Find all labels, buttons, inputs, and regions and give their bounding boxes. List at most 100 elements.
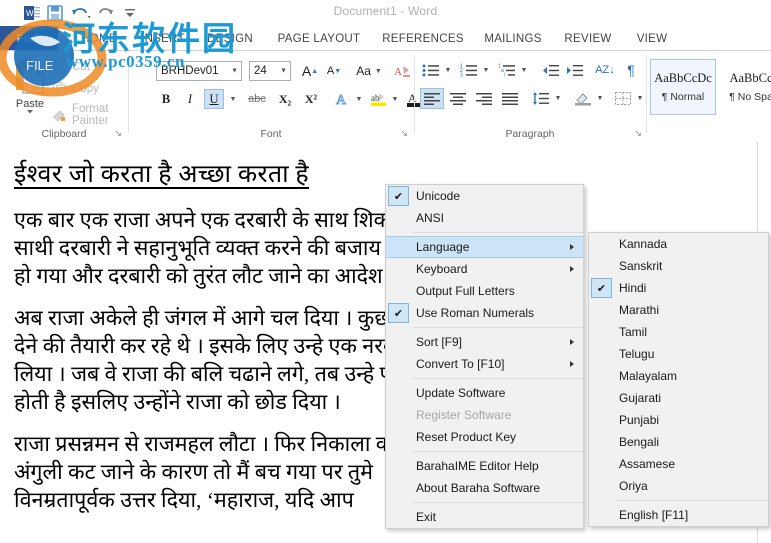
align-left-button[interactable] (420, 88, 444, 109)
checkmark-icon: ✔ (591, 278, 612, 298)
align-right-button[interactable] (472, 88, 496, 109)
menu-item-label: Tamil (619, 325, 647, 339)
grow-font-button[interactable]: A▲ (300, 61, 320, 81)
shading-dropdown[interactable]: ▼ (594, 88, 606, 109)
highlight-button[interactable]: ab (368, 89, 390, 109)
tab-home[interactable]: HOME (64, 26, 134, 51)
align-center-button[interactable] (446, 88, 470, 109)
menu-item-convert-to-f10[interactable]: Convert To [F10] (386, 353, 583, 375)
shrink-font-button[interactable]: A▼ (324, 61, 344, 81)
paste-button[interactable]: Paste (6, 57, 54, 125)
underline-dropdown[interactable]: ▼ (226, 89, 240, 109)
superscript-button[interactable]: X² (300, 89, 322, 109)
line-spacing-dropdown[interactable]: ▼ (552, 88, 564, 109)
clipboard-dialog-launcher[interactable]: ↘ (114, 128, 122, 139)
menu-item-update-software[interactable]: Update Software (386, 382, 583, 404)
text-effects-button[interactable]: A (332, 89, 354, 109)
language-submenu[interactable]: Kannada Sanskrit ✔ Hindi Marathi Tamil TeluguM… (588, 232, 769, 527)
underline-button[interactable]: U (204, 89, 224, 109)
multilevel-dropdown[interactable]: ▼ (518, 60, 530, 80)
menu-item-keyboard[interactable]: Keyboard (386, 258, 583, 280)
tab-view[interactable]: VIEW (620, 26, 684, 51)
menu-item-tamil[interactable]: Tamil (589, 321, 768, 343)
menu-item-label: Sanskrit (619, 259, 662, 273)
menu-item-gujarati[interactable]: Gujarati (589, 387, 768, 409)
font-dialog-launcher[interactable]: ↘ (400, 128, 408, 139)
menu-item-label: Hindi (619, 281, 646, 295)
menu-item-assamese[interactable]: Assamese (589, 453, 768, 475)
menu-item-english-f11[interactable]: English [F11] (589, 504, 768, 526)
cut-button[interactable]: Cut (52, 59, 90, 74)
menu-item-label: Reset Product Key (416, 430, 516, 444)
line-spacing-button[interactable] (530, 88, 552, 109)
menu-item-reset-product-key[interactable]: Reset Product Key (386, 426, 583, 448)
menu-separator (616, 500, 768, 501)
sort-button[interactable]: AZ↓ (594, 60, 616, 80)
menu-item-hindi[interactable]: ✔ Hindi (589, 277, 768, 299)
menu-item-bengali[interactable]: Bengali (589, 431, 768, 453)
menu-item-marathi[interactable]: Marathi (589, 299, 768, 321)
menu-item-about-baraha-software[interactable]: About Baraha Software (386, 477, 583, 499)
style-card-1[interactable]: AaBbCc¶ No Spa (718, 59, 771, 115)
menu-item-output-full-letters[interactable]: Output Full Letters (386, 280, 583, 302)
strikethrough-button[interactable]: abc (244, 89, 270, 109)
highlight-dropdown[interactable]: ▼ (389, 89, 401, 109)
chevron-right-icon (570, 339, 574, 345)
text-effects-dropdown[interactable]: ▼ (353, 89, 365, 109)
menu-item-unicode[interactable]: ✔Unicode (386, 185, 583, 207)
menu-item-sort-f9[interactable]: Sort [F9] (386, 331, 583, 353)
pilcrow-icon: ¶ (627, 62, 635, 78)
bullets-button[interactable] (420, 60, 442, 80)
justify-button[interactable] (498, 88, 522, 109)
menu-separator (413, 502, 583, 503)
menu-item-telugu[interactable]: Telugu (589, 343, 768, 365)
tab-references[interactable]: REFERENCES (368, 26, 478, 51)
menu-item-label: Oriya (619, 479, 648, 493)
menu-item-label: Punjabi (619, 413, 659, 427)
align-right-icon (475, 92, 493, 106)
clear-formatting-button[interactable]: A (392, 61, 414, 81)
ribbon: Paste Cut Cop (0, 51, 771, 143)
show-formatting-marks-button[interactable]: ¶ (620, 60, 642, 80)
tab-insert[interactable]: INSERT (126, 26, 200, 51)
format-painter-button[interactable]: Format Painter (52, 103, 128, 127)
subscript-button[interactable]: X₂ (274, 89, 296, 109)
shading-button[interactable] (572, 88, 594, 109)
borders-dropdown[interactable]: ▼ (634, 88, 646, 109)
style-name: ¶ Normal (662, 91, 704, 103)
borders-button[interactable] (612, 88, 634, 109)
tab-design[interactable]: DESIGN (192, 26, 268, 51)
menu-item-barahaime-editor-help[interactable]: BarahaIME Editor Help (386, 455, 583, 477)
menu-item-use-roman-numerals[interactable]: ✔Use Roman Numerals (386, 302, 583, 324)
tab-file[interactable]: FILE (0, 26, 58, 51)
tab-review[interactable]: REVIEW (548, 26, 628, 51)
menu-item-malayalam[interactable]: Malayalam (589, 365, 768, 387)
tab-mailings[interactable]: MAILINGS (468, 26, 558, 51)
numbering-dropdown[interactable]: ▼ (480, 60, 492, 80)
change-case-button[interactable]: Aa ▼ (352, 61, 386, 81)
decrease-indent-button[interactable] (540, 60, 562, 80)
multilevel-list-button[interactable]: 1 a i (496, 60, 518, 80)
paragraph-dialog-launcher[interactable]: ↘ (634, 128, 642, 139)
baraha-context-menu[interactable]: ✔UnicodeANSI LanguageKeyboardOutput Full … (385, 184, 584, 529)
font-name-combo[interactable]: BRHDev01 ▼ (156, 61, 242, 81)
chevron-down-icon (23, 108, 37, 116)
copy-button[interactable]: Copy (52, 81, 99, 96)
font-size-combo[interactable]: 24 ▼ (249, 61, 291, 81)
align-center-icon (449, 92, 467, 106)
menu-item-sanskrit[interactable]: Sanskrit (589, 255, 768, 277)
menu-item-ansi[interactable]: ANSI (386, 207, 583, 229)
bullets-dropdown[interactable]: ▼ (442, 60, 454, 80)
menu-item-oriya[interactable]: Oriya (589, 475, 768, 497)
style-card-0[interactable]: AaBbCcDc¶ Normal (650, 59, 716, 115)
tab-page-layout[interactable]: PAGE LAYOUT (260, 26, 378, 51)
bold-button[interactable]: B (156, 89, 176, 109)
italic-button[interactable]: I (180, 89, 200, 109)
increase-indent-button[interactable] (564, 60, 586, 80)
menu-item-kannada[interactable]: Kannada (589, 233, 768, 255)
numbering-button[interactable]: 1 2 3 (458, 60, 480, 80)
menu-item-punjabi[interactable]: Punjabi (589, 409, 768, 431)
justify-icon (501, 92, 519, 106)
menu-item-exit[interactable]: Exit (386, 506, 583, 528)
menu-item-language[interactable]: Language (386, 236, 583, 258)
